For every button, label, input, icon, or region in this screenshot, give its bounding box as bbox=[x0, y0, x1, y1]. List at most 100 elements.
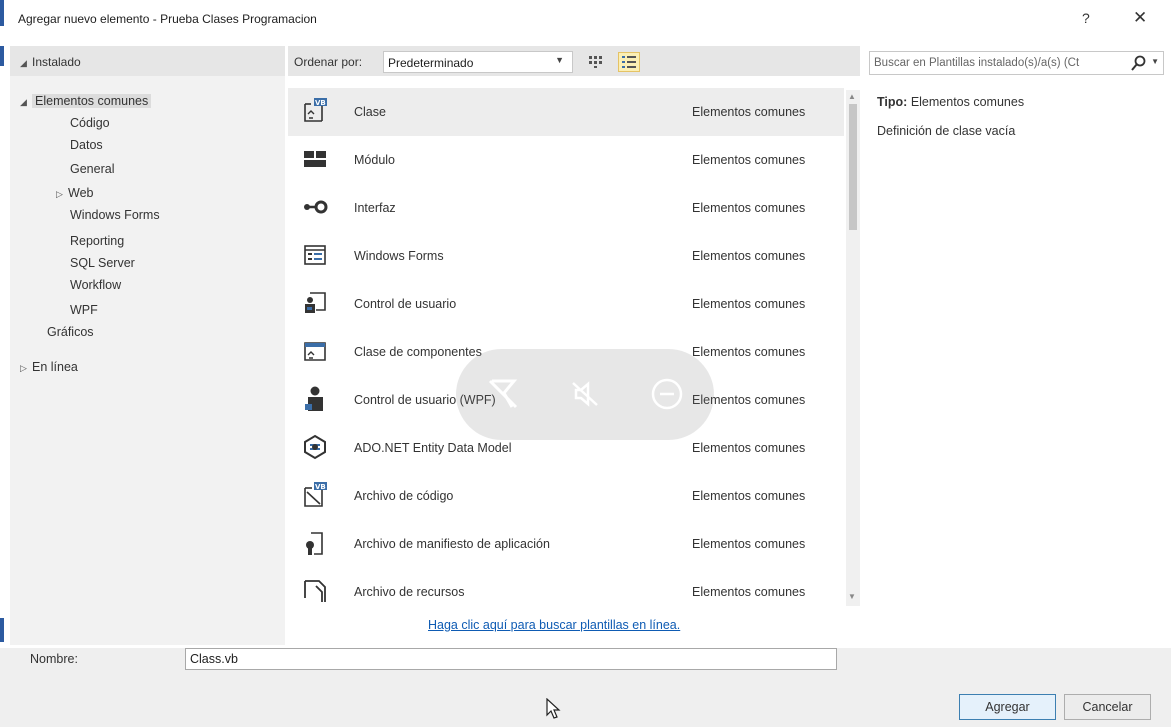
mute-icon bbox=[572, 381, 598, 407]
tree-item-workflow[interactable]: Workflow bbox=[70, 278, 121, 292]
component-class-icon bbox=[304, 342, 326, 361]
search-placeholder: Buscar en Plantillas instalado(s)/a(s) (… bbox=[874, 57, 1080, 69]
minus-circle-icon bbox=[651, 378, 683, 410]
sort-value: Predeterminado bbox=[388, 56, 474, 70]
template-description: Definición de clase vacía bbox=[877, 124, 1016, 138]
help-button[interactable]: ? bbox=[1082, 10, 1090, 26]
media-overlay bbox=[456, 349, 714, 440]
tree-item-reporting[interactable]: Reporting bbox=[70, 234, 124, 248]
cancel-button[interactable]: Cancelar bbox=[1064, 694, 1151, 720]
details-panel: Buscar en Plantillas instalado(s)/a(s) (… bbox=[866, 46, 1171, 645]
left-edge-accent bbox=[0, 46, 4, 66]
search-icon[interactable] bbox=[1131, 55, 1147, 71]
search-online-templates-link[interactable]: Haga clic aquí para buscar plantillas en… bbox=[428, 618, 680, 632]
chevron-down-icon: ▼ bbox=[555, 55, 564, 65]
entity-data-model-icon bbox=[304, 434, 326, 460]
tree-item-general[interactable]: General bbox=[70, 162, 114, 176]
tree-item-online-label: En línea bbox=[32, 360, 78, 374]
tree-item-common[interactable]: ◢ Elementos comunes bbox=[20, 94, 152, 108]
medium-icons-view-button[interactable] bbox=[585, 52, 607, 72]
grid-view-icon bbox=[589, 56, 602, 68]
close-button[interactable]: ✕ bbox=[1133, 8, 1147, 28]
template-name: Archivo de código bbox=[354, 489, 454, 503]
template-name: Windows Forms bbox=[354, 249, 444, 263]
template-name: Control de usuario bbox=[354, 297, 457, 311]
left-edge-accent bbox=[0, 618, 4, 642]
chevron-down-icon[interactable]: ▼ bbox=[1151, 57, 1159, 66]
wpf-user-control-icon bbox=[305, 386, 323, 411]
template-name: ADO.NET Entity Data Model bbox=[354, 441, 512, 455]
tree-item-wpf[interactable]: WPF bbox=[70, 303, 98, 317]
type-label: Tipo: bbox=[877, 95, 908, 109]
template-category: Elementos comunes bbox=[692, 249, 806, 263]
list-view-button[interactable] bbox=[618, 52, 640, 72]
template-type-info: Tipo: Elementos comunes bbox=[877, 95, 1024, 109]
template-category: Elementos comunes bbox=[692, 153, 806, 167]
scrollbar-thumb[interactable] bbox=[849, 104, 857, 230]
svg-text:VB: VB bbox=[315, 483, 326, 491]
template-name: Archivo de manifiesto de aplicación bbox=[354, 537, 550, 551]
sort-label: Ordenar por: bbox=[294, 55, 363, 69]
type-value: Elementos comunes bbox=[910, 95, 1025, 109]
installed-header[interactable]: ◢ Instalado bbox=[10, 46, 285, 76]
template-list-panel: Ordenar por: Predeterminado ▼ VB Clase E… bbox=[288, 46, 860, 645]
template-row-manifest[interactable]: Archivo de manifiesto de aplicación Elem… bbox=[288, 520, 844, 568]
scroll-down-icon[interactable]: ▼ bbox=[848, 592, 856, 601]
tree-item-datos[interactable]: Datos bbox=[70, 138, 103, 152]
name-input[interactable] bbox=[185, 648, 837, 670]
template-name: Clase de componentes bbox=[354, 345, 482, 359]
vb-class-icon: VB bbox=[304, 98, 327, 122]
flash-off-icon bbox=[488, 379, 518, 409]
template-row-resource-file[interactable]: Archivo de recursos Elementos comunes bbox=[288, 568, 844, 604]
interface-icon bbox=[304, 200, 328, 214]
expand-triangle-icon: ▷ bbox=[56, 189, 63, 199]
template-list-scrollbar[interactable]: ▲ ▼ bbox=[846, 90, 860, 606]
dialog-footer: Nombre: Agregar Cancelar bbox=[0, 648, 1171, 727]
expand-triangle-icon: ▷ bbox=[20, 363, 27, 373]
vb-code-file-icon: VB bbox=[304, 482, 327, 507]
collapse-triangle-icon: ◢ bbox=[20, 58, 27, 68]
template-row-modulo[interactable]: Módulo Elementos comunes bbox=[288, 136, 844, 184]
mouse-pointer-icon bbox=[546, 698, 561, 719]
template-category: Elementos comunes bbox=[692, 297, 806, 311]
template-search-input[interactable]: Buscar en Plantillas instalado(s)/a(s) (… bbox=[869, 51, 1164, 75]
template-row-code-file[interactable]: VB Archivo de código Elementos comunes bbox=[288, 472, 844, 520]
scroll-up-icon[interactable]: ▲ bbox=[848, 92, 856, 101]
template-category: Elementos comunes bbox=[692, 585, 806, 599]
resource-file-icon bbox=[304, 580, 326, 602]
tree-item-web[interactable]: ▷ Web bbox=[56, 186, 93, 200]
template-name: Archivo de recursos bbox=[354, 585, 465, 599]
template-category: Elementos comunes bbox=[692, 489, 806, 503]
template-category: Elementos comunes bbox=[692, 201, 806, 215]
tree-item-sql-server[interactable]: SQL Server bbox=[70, 256, 135, 270]
window-title: Agregar nuevo elemento - Prueba Clases P… bbox=[18, 12, 317, 26]
sort-dropdown[interactable]: Predeterminado ▼ bbox=[383, 51, 573, 73]
left-edge-accent bbox=[0, 0, 4, 26]
installed-label: Instalado bbox=[32, 55, 81, 69]
tree-item-windows-forms[interactable]: Windows Forms bbox=[70, 208, 160, 222]
tree-item-codigo[interactable]: Código bbox=[70, 116, 110, 130]
tree-item-graficos[interactable]: Gráficos bbox=[47, 325, 94, 339]
template-name: Interfaz bbox=[354, 201, 396, 215]
template-category: Elementos comunes bbox=[692, 105, 806, 119]
template-tree-panel: ◢ Instalado ◢ Elementos comunes Código Dat… bbox=[10, 46, 285, 645]
windows-form-icon bbox=[304, 245, 326, 265]
tree-item-web-label: Web bbox=[68, 186, 94, 200]
tree-item-common-label: Elementos comunes bbox=[32, 94, 152, 108]
template-row-clase[interactable]: VB Clase Elementos comunes bbox=[288, 88, 844, 136]
collapse-triangle-icon: ◢ bbox=[20, 97, 27, 107]
template-row-windows-forms[interactable]: Windows Forms Elementos comunes bbox=[288, 232, 844, 280]
name-label: Nombre: bbox=[30, 652, 78, 666]
list-view-icon bbox=[622, 56, 636, 68]
template-row-user-control[interactable]: Control de usuario Elementos comunes bbox=[288, 280, 844, 328]
user-control-icon bbox=[305, 292, 326, 313]
sort-toolbar: Ordenar por: Predeterminado ▼ bbox=[288, 46, 860, 76]
template-name: Módulo bbox=[354, 153, 395, 167]
add-button[interactable]: Agregar bbox=[959, 694, 1056, 720]
tree-item-online[interactable]: ▷ En línea bbox=[20, 360, 78, 374]
template-name: Clase bbox=[354, 105, 386, 119]
svg-text:VB: VB bbox=[315, 99, 326, 107]
template-category: Elementos comunes bbox=[692, 441, 806, 455]
template-row-interfaz[interactable]: Interfaz Elementos comunes bbox=[288, 184, 844, 232]
template-category: Elementos comunes bbox=[692, 345, 806, 359]
